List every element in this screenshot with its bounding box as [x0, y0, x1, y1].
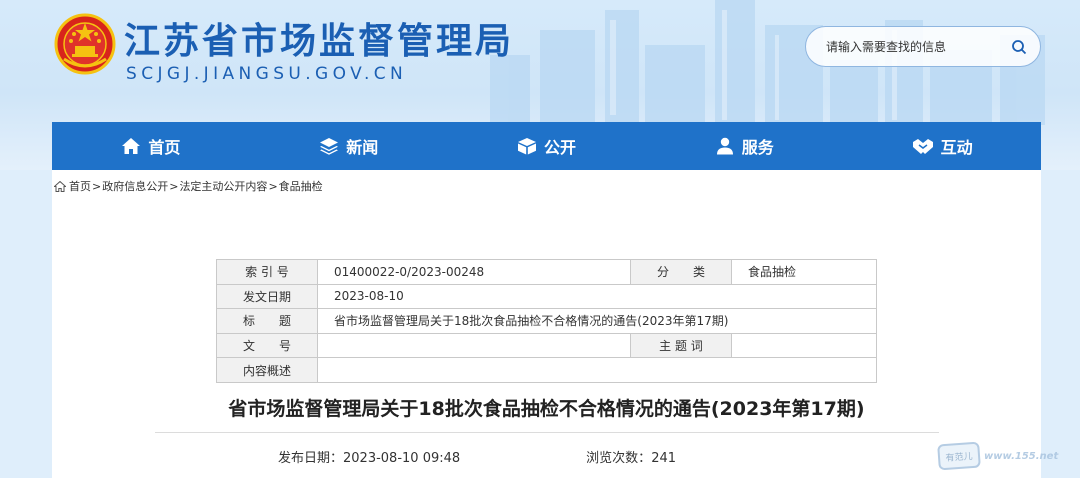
table-row: 内容概述 [216, 357, 877, 383]
site-title: 江苏省市场监督管理局 [124, 21, 515, 62]
search-box [805, 26, 1041, 67]
breadcrumb-statutory[interactable]: 法定主动公开内容 [179, 178, 267, 194]
docno-value [317, 332, 631, 359]
home-icon [54, 180, 66, 192]
category-label: 分 类 [630, 259, 732, 285]
national-emblem-logo [54, 13, 116, 75]
breadcrumb-separator: > [92, 179, 102, 193]
divider [155, 432, 939, 433]
watermark-text: www.155.net [984, 450, 1059, 462]
summary-label: 内容概述 [216, 357, 318, 383]
publish-info: 发布日期：2023-08-10 09:48 浏览次数：241 [278, 447, 676, 466]
table-row: 索 引 号 01400022-0/2023-00248 分 类 食品抽检 [216, 259, 877, 285]
breadcrumb-food-check[interactable]: 食品抽检 [279, 178, 323, 194]
nav-label-home: 首页 [148, 138, 181, 157]
main-nav: 首页 新闻 公开 服务 互动 [52, 122, 1041, 170]
date-label: 发文日期 [216, 283, 318, 310]
user-icon [716, 137, 733, 155]
view-count-label: 浏览次数： [586, 451, 652, 466]
document-meta-table: 索 引 号 01400022-0/2023-00248 分 类 食品抽检 发文日… [216, 259, 877, 383]
breadcrumb: 首页 > 政府信息公开 > 法定主动公开内容 > 食品抽检 [54, 178, 323, 194]
publish-date: 发布日期：2023-08-10 09:48 [278, 447, 460, 466]
site-domain: SCJGJ.JIANGSU.GOV.CN [126, 64, 408, 84]
breadcrumb-home[interactable]: 首页 [69, 178, 91, 194]
nav-label-open: 公开 [543, 138, 576, 157]
nav-label-interact: 互动 [940, 138, 973, 157]
content-panel: 首页 > 政府信息公开 > 法定主动公开内容 > 食品抽检 索 引 号 0140… [52, 170, 1041, 478]
layers-icon [320, 138, 339, 155]
index-label: 索 引 号 [216, 259, 318, 285]
home-icon [122, 138, 141, 154]
title-value: 省市场监督管理局关于18批次食品抽检不合格情况的通告(2023年第17期) [317, 308, 877, 334]
article-title: 省市场监督管理局关于18批次食品抽检不合格情况的通告(2023年第17期) [228, 398, 865, 420]
nav-item-interact[interactable]: 互动 [843, 122, 1041, 170]
breadcrumb-gov-info[interactable]: 政府信息公开 [102, 178, 168, 194]
view-count-value: 241 [651, 451, 677, 466]
category-value: 食品抽检 [731, 259, 877, 285]
table-row: 文 号 主 题 词 [216, 332, 877, 359]
box-icon [517, 138, 536, 155]
nav-label-news: 新闻 [346, 138, 379, 157]
summary-value [317, 357, 877, 383]
index-value: 01400022-0/2023-00248 [317, 259, 631, 285]
nav-item-home[interactable]: 首页 [52, 122, 250, 170]
watermark-badge: 有范儿 [937, 441, 981, 471]
title-label: 标 题 [216, 308, 318, 334]
view-count: 浏览次数：241 [586, 447, 676, 466]
search-input[interactable] [826, 39, 1010, 54]
nav-item-open[interactable]: 公开 [448, 122, 646, 170]
publish-date-value: 2023-08-10 09:48 [343, 451, 461, 466]
watermark: 有范儿 www.155.net [937, 436, 1080, 476]
nav-item-news[interactable]: 新闻 [250, 122, 448, 170]
date-value: 2023-08-10 [317, 283, 877, 310]
docno-label: 文 号 [216, 332, 318, 359]
handshake-icon [912, 139, 933, 154]
nav-label-service: 服务 [741, 138, 774, 157]
table-row: 发文日期 2023-08-10 [216, 283, 877, 310]
keywords-label: 主 题 词 [630, 332, 732, 359]
search-icon[interactable] [1010, 38, 1028, 56]
breadcrumb-separator: > [169, 179, 179, 193]
keywords-value [731, 332, 877, 359]
nav-item-service[interactable]: 服务 [645, 122, 843, 170]
publish-date-label: 发布日期： [278, 451, 344, 466]
table-row: 标 题 省市场监督管理局关于18批次食品抽检不合格情况的通告(2023年第17期… [216, 308, 877, 334]
breadcrumb-separator: > [268, 179, 278, 193]
